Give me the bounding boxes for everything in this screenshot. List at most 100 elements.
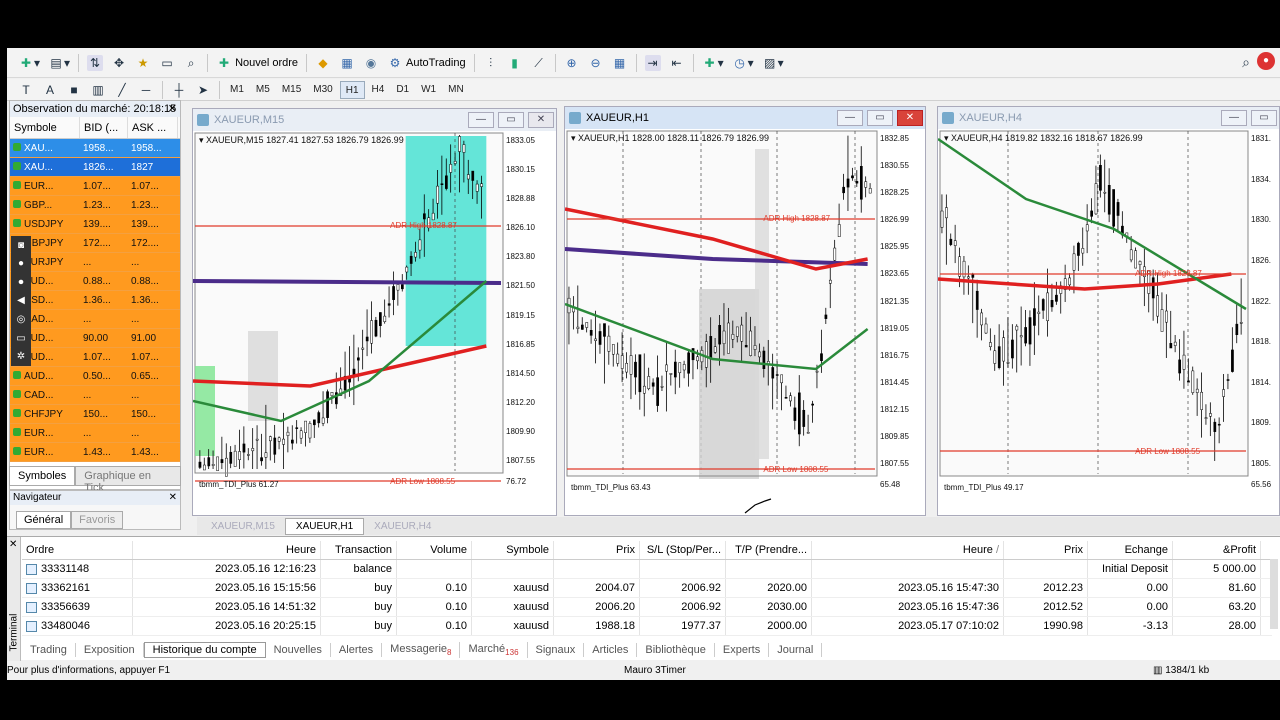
- table-row[interactable]: 33331148 2023.05.16 12:16:23 balance Initia…: [22, 560, 1272, 579]
- templates-button[interactable]: ▨ ▾: [759, 52, 787, 74]
- tab-general[interactable]: Général: [16, 511, 72, 529]
- microphone-icon[interactable]: ⏺: [19, 277, 24, 288]
- terminal-tab-1[interactable]: Exposition: [76, 643, 144, 657]
- terminal-tab-9[interactable]: Bibliothèque: [637, 643, 715, 657]
- text-tool-button[interactable]: T: [15, 79, 37, 101]
- terminal-tab-2[interactable]: Historique du compte: [143, 642, 266, 658]
- tf-m5[interactable]: M5: [251, 81, 275, 99]
- bar-chart-button[interactable]: ⫶: [480, 52, 502, 74]
- community-button[interactable]: ▦: [336, 52, 358, 74]
- table-row[interactable]: 33356639 2023.05.16 14:51:32 buy 0.10 xauusd…: [22, 598, 1272, 617]
- col-sl[interactable]: S/L (Stop/Per...: [640, 541, 726, 559]
- tab-tick-chart[interactable]: Graphique en Tick: [75, 466, 181, 494]
- chart-tab-h1[interactable]: XAUEUR,H1: [284, 517, 365, 535]
- terminal-tab-6[interactable]: Marché136: [460, 641, 528, 659]
- user-avatar-icon[interactable]: ●: [1257, 52, 1275, 70]
- trendline-tool-button[interactable]: ╱: [111, 79, 133, 101]
- close-button[interactable]: ✕: [528, 112, 554, 128]
- col-symbol[interactable]: Symbole: [10, 117, 80, 138]
- market-watch-row[interactable]: CHFJPY 150... 150...: [10, 405, 180, 424]
- close-button[interactable]: ✕: [897, 110, 923, 126]
- zoom-in-button[interactable]: ⊕: [561, 52, 583, 74]
- profiles-button[interactable]: ▤ ▾: [45, 52, 73, 74]
- tf-h4[interactable]: H4: [367, 81, 390, 99]
- minimize-button[interactable]: —: [837, 110, 863, 126]
- market-watch-row[interactable]: AUD... 1.07... 1.07...: [10, 348, 180, 367]
- tf-mn[interactable]: MN: [443, 81, 469, 99]
- speaker-icon[interactable]: ◀: [17, 295, 25, 306]
- tf-m1[interactable]: M1: [225, 81, 249, 99]
- tf-h1[interactable]: H1: [339, 80, 365, 99]
- record-icon[interactable]: ●: [18, 258, 24, 269]
- market-watch-button[interactable]: ⇅: [84, 52, 106, 74]
- chart-shift-button[interactable]: ⇤: [666, 52, 688, 74]
- search-icon[interactable]: ⌕: [1242, 54, 1250, 71]
- periods-button[interactable]: ◷ ▾: [729, 52, 757, 74]
- col-ask[interactable]: ASK ...: [128, 117, 178, 138]
- metaeditor-button[interactable]: ◆: [312, 52, 334, 74]
- crosshair-tool-button[interactable]: ┼: [168, 79, 190, 101]
- minimize-button[interactable]: —: [1221, 110, 1247, 126]
- new-chart-button[interactable]: ✚ ▾: [15, 52, 43, 74]
- col-tp[interactable]: T/P (Prendre...: [726, 541, 812, 559]
- tf-d1[interactable]: D1: [391, 81, 414, 99]
- close-icon[interactable]: ✕: [168, 101, 177, 117]
- settings-icon[interactable]: ✲: [17, 351, 25, 362]
- table-row[interactable]: 33362161 2023.05.16 15:15:56 buy 0.10 xauusd…: [22, 579, 1272, 598]
- autotrading-button[interactable]: ⚙ AutoTrading: [384, 52, 469, 74]
- col-close-time[interactable]: Heure /: [812, 541, 1004, 559]
- market-watch-row[interactable]: AUD... 0.88... 0.88...: [10, 272, 180, 291]
- window-icon[interactable]: ▭: [16, 333, 25, 344]
- close-icon[interactable]: ✕: [169, 491, 177, 505]
- new-order-button[interactable]: ✚ Nouvel ordre: [213, 52, 301, 74]
- terminal-tab-8[interactable]: Articles: [584, 643, 638, 657]
- col-symbol[interactable]: Symbole: [472, 541, 554, 559]
- col-swap[interactable]: Echange: [1088, 541, 1173, 559]
- table-row[interactable]: 33480046 2023.05.16 20:25:15 buy 0.10 xauusd…: [22, 617, 1272, 636]
- indicators-button[interactable]: ✚ ▾: [699, 52, 727, 74]
- market-watch-row[interactable]: XAU... 1958... 1958...: [10, 139, 180, 158]
- market-watch-row[interactable]: EUR... 1.43... 1.43...: [10, 443, 180, 462]
- label-tool-button[interactable]: A: [39, 79, 61, 101]
- market-watch-row[interactable]: GBPJPY 172.... 172....: [10, 234, 180, 253]
- terminal-tab-7[interactable]: Signaux: [528, 643, 585, 657]
- market-watch-row[interactable]: EUR.........: [10, 424, 180, 443]
- market-watch-row[interactable]: AUD... 90.00 91.00: [10, 329, 180, 348]
- webcam-icon[interactable]: ◎: [17, 314, 26, 325]
- maximize-button[interactable]: ▭: [1251, 110, 1277, 126]
- signals-button[interactable]: ◉: [360, 52, 382, 74]
- col-close-price[interactable]: Prix: [1004, 541, 1088, 559]
- col-type[interactable]: Transaction: [321, 541, 397, 559]
- col-volume[interactable]: Volume: [397, 541, 472, 559]
- market-watch-row[interactable]: EURJPY......: [10, 253, 180, 272]
- market-watch-row[interactable]: CAD.........: [10, 310, 180, 329]
- terminal-tab-0[interactable]: Trading: [22, 643, 76, 657]
- tile-windows-button[interactable]: ▦: [609, 52, 631, 74]
- col-price[interactable]: Prix: [554, 541, 640, 559]
- vertical-scrollbar[interactable]: [1270, 559, 1278, 629]
- col-bid[interactable]: BID (...: [80, 117, 128, 138]
- chart-tab-m15[interactable]: XAUEUR,M15: [201, 519, 285, 534]
- market-watch-row[interactable]: EUR... 1.07... 1.07...: [10, 177, 180, 196]
- terminal-tab-11[interactable]: Journal: [769, 643, 823, 657]
- camera-icon[interactable]: ◙: [18, 240, 24, 251]
- market-watch-row[interactable]: USDJPY 139.... 139....: [10, 215, 180, 234]
- tester-button[interactable]: ⌕: [180, 52, 202, 74]
- close-icon[interactable]: ✕: [9, 539, 17, 550]
- market-watch-row[interactable]: AUD... 0.50... 0.65...: [10, 367, 180, 386]
- zoom-out-button[interactable]: ⊖: [585, 52, 607, 74]
- market-watch-row[interactable]: XAU... 1826... 1827: [10, 158, 180, 177]
- auto-scroll-button[interactable]: ⇥: [642, 52, 664, 74]
- col-time[interactable]: Heure: [133, 541, 321, 559]
- col-order[interactable]: Ordre: [22, 541, 133, 559]
- candlestick-button[interactable]: ▮: [504, 52, 526, 74]
- terminal-tab-4[interactable]: Alertes: [331, 643, 383, 657]
- terminal-button[interactable]: ▭: [156, 52, 178, 74]
- channel-tool-button[interactable]: ▥: [87, 79, 109, 101]
- minimize-button[interactable]: —: [468, 112, 494, 128]
- hline-tool-button[interactable]: ─: [135, 79, 157, 101]
- market-watch-row[interactable]: GBP... 1.23... 1.23...: [10, 196, 180, 215]
- data-window-button[interactable]: ★: [132, 52, 154, 74]
- tab-symbols[interactable]: Symboles: [9, 466, 76, 486]
- tf-m15[interactable]: M15: [277, 81, 306, 99]
